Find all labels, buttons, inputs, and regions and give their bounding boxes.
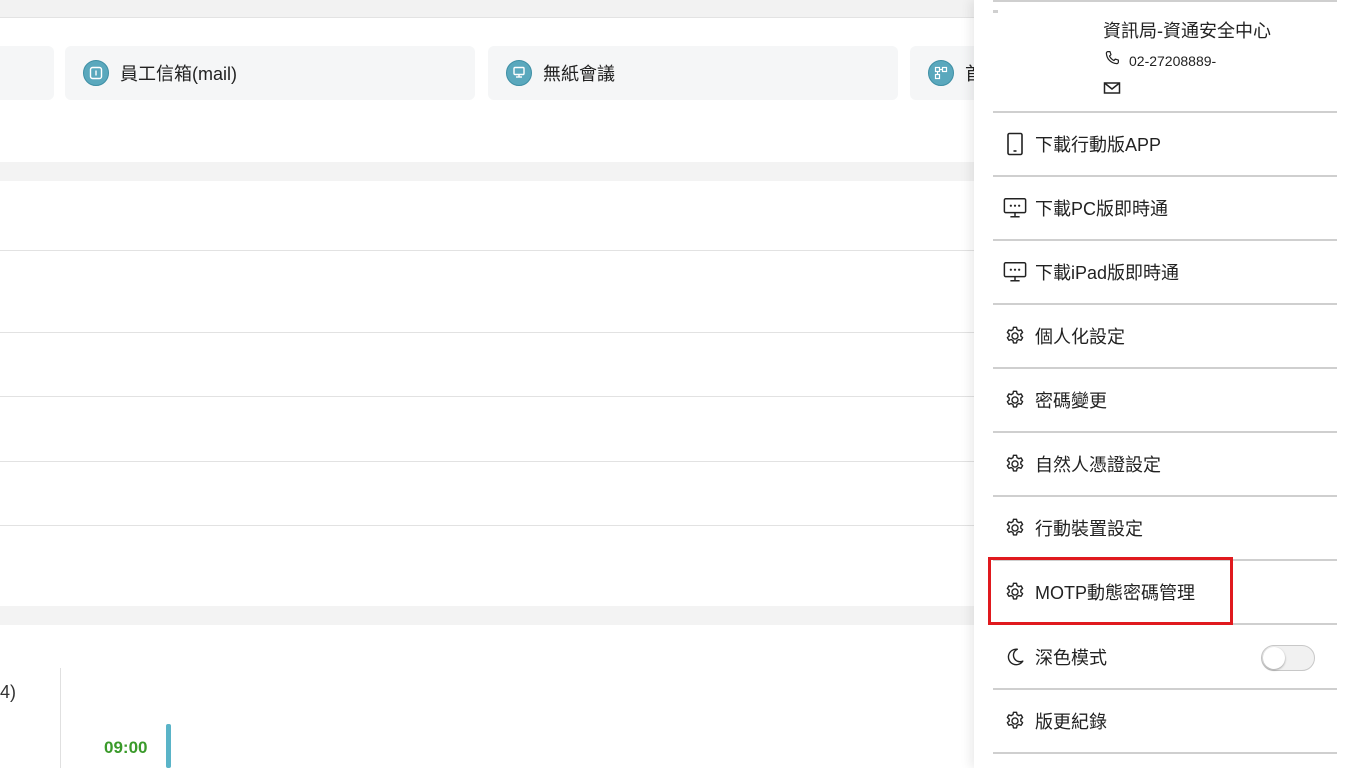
menu-item-mobile-device-settings[interactable]: 行動裝置設定 [993, 495, 1337, 559]
drawer-top-divider [993, 0, 1337, 2]
menu-item-personalization[interactable]: 個人化設定 [993, 303, 1337, 367]
menu-item-label: 行動裝置設定 [1035, 519, 1143, 539]
menu-item-label: 版更紀錄 [1035, 712, 1107, 732]
menu-item-dark-mode[interactable]: 深色模式 [993, 623, 1337, 689]
profile-organization: 資訊局-資通安全中心 [1103, 21, 1271, 41]
menu-item-label: 下載行動版APP [1035, 135, 1162, 155]
shortcut-employee-mail[interactable]: 員工信箱(mail) [65, 46, 475, 100]
profile-phone: 02-27208889- [1103, 49, 1216, 72]
shortcut-paperless-meeting[interactable]: 無紙會議 [488, 46, 898, 100]
dark-mode-toggle[interactable] [1261, 645, 1315, 671]
menu-item-label: 自然人憑證設定 [1035, 455, 1161, 475]
section-divider [0, 606, 974, 625]
menu-item-label: 個人化設定 [1035, 327, 1125, 347]
row-divider [0, 250, 974, 251]
row-divider [0, 396, 974, 397]
background-top-bar [0, 0, 974, 18]
menu-item-label: 深色模式 [1035, 648, 1107, 668]
menu-item-download-ipad-messenger[interactable]: 下載iPad版即時通 [993, 239, 1337, 303]
drawer-mark [993, 10, 998, 13]
gear-icon [1003, 516, 1027, 540]
menu-item-citizen-certificate[interactable]: 自然人憑證設定 [993, 431, 1337, 495]
shortcut-label: 員工信箱(mail) [120, 64, 237, 84]
monitor-chat-icon [1003, 260, 1027, 284]
moon-icon [1003, 645, 1027, 669]
phone-icon [1103, 49, 1121, 72]
shortcut-card-partial[interactable] [0, 46, 54, 100]
mail-app-icon [83, 60, 109, 86]
schedule-event-bar[interactable] [166, 724, 171, 768]
toggle-knob [1263, 647, 1285, 669]
menu-item-download-pc-messenger[interactable]: 下載PC版即時通 [993, 175, 1337, 239]
envelope-icon [1103, 80, 1121, 101]
mobile-phone-icon [1003, 132, 1027, 156]
menu-item-label: 下載iPad版即時通 [1035, 263, 1180, 283]
menu-item-release-notes[interactable]: 版更紀錄 [993, 688, 1337, 752]
gear-icon [1003, 388, 1027, 412]
row-divider [0, 461, 974, 462]
phone-number: 02-27208889- [1129, 52, 1217, 69]
menu-item-label: 下載PC版即時通 [1035, 199, 1169, 219]
schedule-divider [60, 668, 61, 768]
menu-item-download-mobile-app[interactable]: 下載行動版APP [993, 111, 1337, 175]
profile-email [1103, 80, 1129, 101]
monitor-chat-icon [1003, 196, 1027, 220]
gear-icon [1003, 324, 1027, 348]
menu-bottom-divider [993, 752, 1337, 754]
shortcut-label: 無紙會議 [543, 64, 615, 84]
org-chart-icon [928, 60, 954, 86]
row-divider [0, 332, 974, 333]
menu-item-label: 密碼變更 [1035, 391, 1107, 411]
highlight-box [988, 557, 1233, 625]
row-divider [0, 525, 974, 526]
menu-item-password-change[interactable]: 密碼變更 [993, 367, 1337, 431]
partial-text: 4) [0, 682, 17, 702]
meeting-icon [506, 60, 532, 86]
gear-icon [1003, 452, 1027, 476]
schedule-time: 09:00 [104, 738, 148, 757]
user-menu-drawer: 資訊局-資通安全中心 02-27208889- 下載行動版APP 下載PC版即時… [974, 0, 1366, 768]
section-divider [0, 162, 974, 181]
gear-icon [1003, 709, 1027, 733]
